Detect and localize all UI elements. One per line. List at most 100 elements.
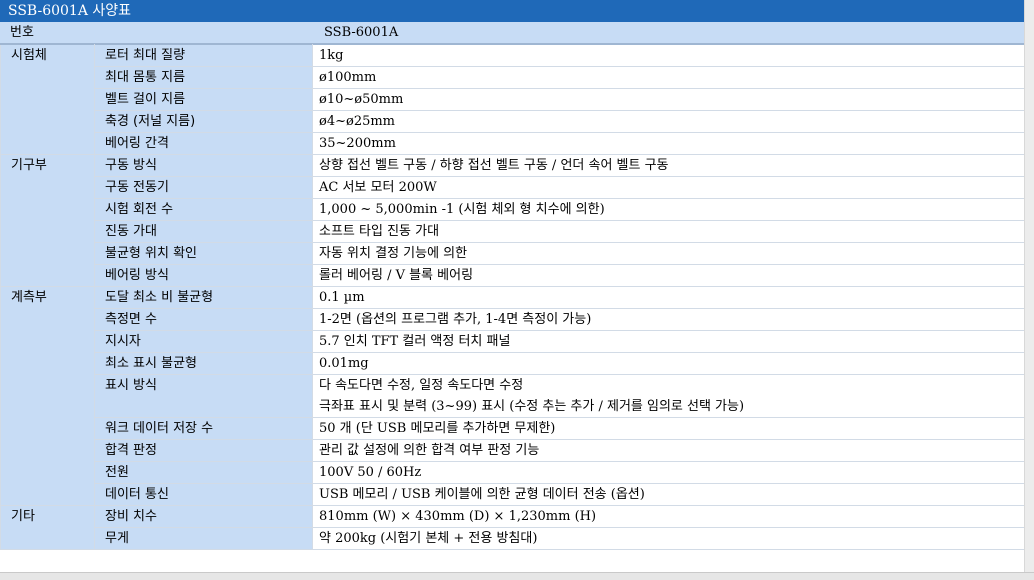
spec-table: 시험체 로터 최대 질량 1kg 최대 몸통 지름 ø100mm 벨트 걸이 지름 ø10~… <box>0 44 1025 550</box>
spec-value-line: USB 메모리 / USB 케이블에 의한 균형 데이터 전송 (옵션) <box>319 487 645 502</box>
spec-value-line: 소프트 타입 진동 가대 <box>319 224 440 239</box>
spec-item-label: 측정면 수 <box>94 308 313 331</box>
spec-item-label: 무게 <box>94 527 313 550</box>
spec-row: 전원 100V 50 / 60Hz <box>1 461 1025 484</box>
group-label: 기구부 <box>0 154 95 287</box>
spec-item-label: 축경 (저널 지름) <box>94 110 313 133</box>
spec-value: ø10~ø50mm <box>312 88 1025 111</box>
spec-item-label: 최소 표시 불균형 <box>94 352 313 375</box>
spec-value-line: 상향 접선 벨트 구동 / 하향 접선 벨트 구동 / 언더 속어 벨트 구동 <box>319 158 669 173</box>
spec-value-line: 35~200mm <box>319 136 396 151</box>
spec-row: 최소 표시 불균형 0.01mg <box>1 352 1025 375</box>
spec-value: 약 200kg (시험기 본체 + 전용 방침대) <box>312 527 1025 550</box>
spec-item-label: 지시자 <box>94 330 313 353</box>
spec-row: 표시 방식 다 속도다면 수정, 일정 속도다면 수정 극좌표 표시 및 분력 (3… <box>1 374 1025 418</box>
spec-value: 5.7 인치 TFT 컬러 액정 터치 패널 <box>312 330 1025 353</box>
header-value: SSB-6001A <box>324 25 399 40</box>
spec-value: 관리 값 설정에 의한 합격 여부 판정 기능 <box>312 439 1025 462</box>
spec-row: 무게 약 200kg (시험기 본체 + 전용 방침대) <box>1 527 1025 550</box>
spec-row: 시험 회전 수 1,000 ~ 5,000min -1 (시험 체외 형 치수에 … <box>1 198 1025 221</box>
spec-row: 계측부 도달 최소 비 불균형 0.1 µm <box>0 286 1025 506</box>
spec-row: 구동 전동기 AC 서보 모터 200W <box>1 176 1025 199</box>
spec-value-line: ø100mm <box>319 70 377 85</box>
spec-value-line: 810mm (W) × 430mm (D) × 1,230mm (H) <box>319 509 597 524</box>
group-label: 시험체 <box>0 44 95 155</box>
spec-item-label: 진동 가대 <box>94 220 313 243</box>
scrollbar-track[interactable] <box>1024 0 1034 572</box>
window-bottom-edge <box>0 572 1034 580</box>
spec-item-label: 합격 판정 <box>94 439 313 462</box>
spec-item-label: 시험 회전 수 <box>94 198 313 221</box>
spec-value: ø4~ø25mm <box>312 110 1025 133</box>
spec-value: 자동 위치 결정 기능에 의한 <box>312 242 1025 265</box>
spec-item-label: 베어링 방식 <box>94 264 313 287</box>
spec-value-line: 100V 50 / 60Hz <box>319 465 422 480</box>
group-label: 계측부 <box>0 286 95 506</box>
spec-value: ø100mm <box>312 66 1025 89</box>
spec-value-line: 0.1 µm <box>319 290 365 305</box>
spec-value-line: 0.01mg <box>319 356 369 371</box>
spec-value-line: 극좌표 표시 및 분력 (3~99) 표시 (수정 추는 추가 / 제거를 임의… <box>319 399 745 414</box>
spec-value-line: ø4~ø25mm <box>319 114 396 129</box>
spec-value: 0.01mg <box>312 352 1025 375</box>
spec-item-label: 구동 전동기 <box>94 176 313 199</box>
spec-item-label: 최대 몸통 지름 <box>94 66 313 89</box>
spec-value: AC 서보 모터 200W <box>312 176 1025 199</box>
header-label: 번호 <box>10 25 34 40</box>
spec-row: 기구부 구동 방식 상향 접선 벨트 구동 / 하향 접선 벨트 구동 / 언더 속… <box>0 154 1025 287</box>
spec-row: 진동 가대 소프트 타입 진동 가대 <box>1 220 1025 243</box>
spec-title: SSB-6001A 사양표 <box>0 0 1024 22</box>
spec-value: 810mm (W) × 430mm (D) × 1,230mm (H) <box>312 505 1025 528</box>
spec-value-line: 약 200kg (시험기 본체 + 전용 방침대) <box>319 531 538 546</box>
spec-row: 축경 (저널 지름) ø4~ø25mm <box>1 110 1025 133</box>
spec-value: 1kg <box>312 44 1025 67</box>
spec-value: 1-2면 (옵션의 프로그램 추가, 1-4면 측정이 가능) <box>312 308 1025 331</box>
spec-item-label: 베어링 간격 <box>94 132 313 155</box>
spec-row: 베어링 간격 35~200mm <box>1 132 1025 155</box>
spec-row: 기타 장비 치수 810mm (W) × 430mm (D) × 1,230mm (… <box>0 505 1025 550</box>
spec-item-label: 전원 <box>94 461 313 484</box>
header-row: 번호 SSB-6001A <box>0 22 1024 44</box>
spec-item-label: 불균형 위치 확인 <box>94 242 313 265</box>
spec-row: 데이터 통신 USB 메모리 / USB 케이블에 의한 균형 데이터 전송 (옵… <box>1 483 1025 506</box>
spec-item-label: 데이터 통신 <box>94 483 313 506</box>
spec-row: 지시자 5.7 인치 TFT 컬러 액정 터치 패널 <box>1 330 1025 353</box>
spec-row: 최대 몸통 지름 ø100mm <box>1 66 1025 89</box>
spec-row: 벨트 걸이 지름 ø10~ø50mm <box>1 88 1025 111</box>
spec-value-line: 관리 값 설정에 의한 합격 여부 판정 기능 <box>319 443 540 458</box>
spec-value: 다 속도다면 수정, 일정 속도다면 수정극좌표 표시 및 분력 (3~99) … <box>312 374 1025 418</box>
spec-item-label: 장비 치수 <box>94 505 313 528</box>
spec-row: 시험체 로터 최대 질량 1kg <box>0 44 1025 155</box>
spec-value: USB 메모리 / USB 케이블에 의한 균형 데이터 전송 (옵션) <box>312 483 1025 506</box>
spec-value-line: 다 속도다면 수정, 일정 속도다면 수정 <box>319 378 524 393</box>
spec-value-line: ø10~ø50mm <box>319 92 404 107</box>
spec-row: 불균형 위치 확인 자동 위치 결정 기능에 의한 <box>1 242 1025 265</box>
spec-item-label: 워크 데이터 저장 수 <box>94 417 313 440</box>
spec-row: 베어링 방식 롤러 베어링 / V 블록 베어링 <box>1 264 1025 287</box>
spec-row: 합격 판정 관리 값 설정에 의한 합격 여부 판정 기능 <box>1 439 1025 462</box>
spec-value: 소프트 타입 진동 가대 <box>312 220 1025 243</box>
spec-value: 상향 접선 벨트 구동 / 하향 접선 벨트 구동 / 언더 속어 벨트 구동 <box>312 154 1025 177</box>
spec-row: 워크 데이터 저장 수 50 개 (단 USB 메모리를 추가하면 무제한) <box>1 417 1025 440</box>
spec-value-line: 5.7 인치 TFT 컬러 액정 터치 패널 <box>319 334 511 349</box>
spec-value: 50 개 (단 USB 메모리를 추가하면 무제한) <box>312 417 1025 440</box>
spec-value: 1,000 ~ 5,000min -1 (시험 체외 형 치수에 의한) <box>312 198 1025 221</box>
spec-value-line: 50 개 (단 USB 메모리를 추가하면 무제한) <box>319 421 556 436</box>
spec-value-line: 1-2면 (옵션의 프로그램 추가, 1-4면 측정이 가능) <box>319 312 592 327</box>
spec-value-line: 자동 위치 결정 기능에 의한 <box>319 246 468 261</box>
spec-sheet: SSB-6001A 사양표 번호 SSB-6001A 시험체 로터 최대 질량 1k… <box>0 0 1034 580</box>
spec-value: 롤러 베어링 / V 블록 베어링 <box>312 264 1025 287</box>
spec-value: 100V 50 / 60Hz <box>312 461 1025 484</box>
spec-value: 0.1 µm <box>312 286 1025 309</box>
spec-row: 측정면 수 1-2면 (옵션의 프로그램 추가, 1-4면 측정이 가능) <box>1 308 1025 331</box>
group-label: 기타 <box>0 505 95 550</box>
spec-value-line: 롤러 베어링 / V 블록 베어링 <box>319 268 474 283</box>
spec-value-line: 1kg <box>319 48 344 63</box>
spec-item-label: 도달 최소 비 불균형 <box>94 286 313 309</box>
spec-item-label: 표시 방식 <box>94 374 313 418</box>
spec-value-line: 1,000 ~ 5,000min -1 (시험 체외 형 치수에 의한) <box>319 202 605 217</box>
spec-value: 35~200mm <box>312 132 1025 155</box>
spec-item-label: 로터 최대 질량 <box>94 44 313 67</box>
spec-item-label: 벨트 걸이 지름 <box>94 88 313 111</box>
spec-value-line: AC 서보 모터 200W <box>319 180 437 195</box>
